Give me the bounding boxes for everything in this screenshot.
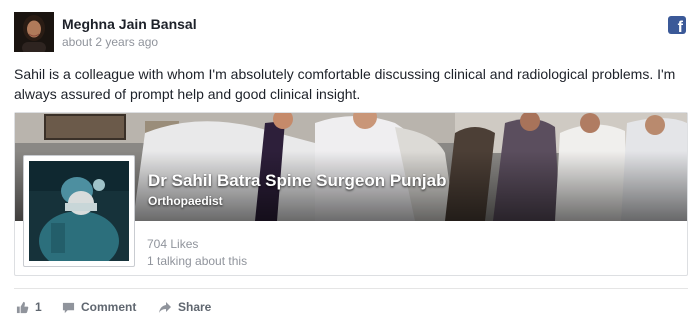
share-arrow-icon: [159, 301, 171, 313]
page-likes-count: 704 Likes: [147, 237, 199, 251]
comment-label: Comment: [81, 300, 137, 314]
share-button[interactable]: Share: [158, 300, 211, 314]
post-timestamp[interactable]: about 2 years ago: [62, 35, 158, 49]
author-name[interactable]: Meghna Jain Bansal: [62, 16, 197, 32]
like-count: 1: [35, 300, 42, 314]
page-preview-card[interactable]: Dr Sahil Batra Spine Surgeon Punjab Orth…: [14, 112, 688, 276]
author-avatar[interactable]: [14, 12, 54, 52]
speech-bubble-icon: [62, 302, 75, 313]
post-text: Sahil is a colleague with whom I'm absol…: [14, 66, 676, 102]
comment-button[interactable]: Comment: [62, 300, 136, 314]
page-category: Orthopaedist: [148, 194, 223, 208]
actions-divider: [14, 288, 688, 289]
like-button[interactable]: 1: [16, 300, 42, 314]
page-profile-picture[interactable]: [23, 155, 135, 267]
post-card: Meghna Jain Bansal about 2 years ago f S…: [0, 0, 700, 326]
share-label: Share: [178, 300, 212, 314]
page-name[interactable]: Dr Sahil Batra Spine Surgeon Punjab: [148, 171, 447, 191]
page-talking-count: 1 talking about this: [147, 254, 248, 268]
thumbs-up-icon: [16, 301, 29, 313]
facebook-icon[interactable]: f: [668, 16, 686, 34]
